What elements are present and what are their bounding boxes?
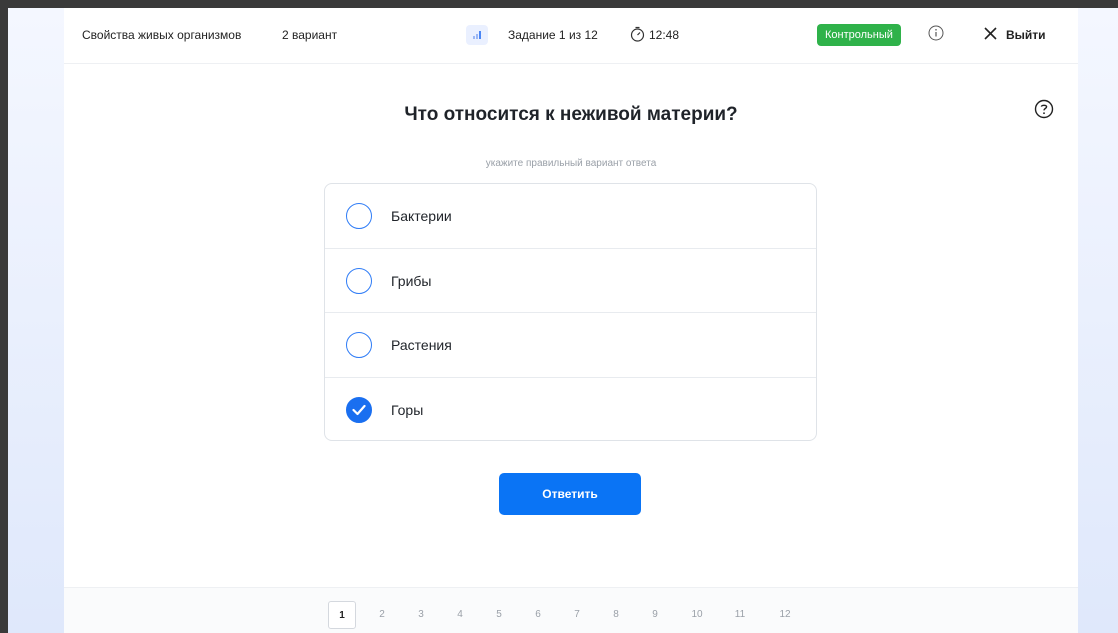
- option-label: Бактерии: [391, 208, 452, 224]
- info-icon[interactable]: [928, 25, 944, 44]
- page-button[interactable]: 9: [641, 601, 669, 629]
- answer-options: Бактерии Грибы Растения Горы: [324, 183, 817, 441]
- pagination-bar: 1 2 3 4 5 6 7 8 9 10 11 12: [64, 587, 1078, 633]
- header-bar: Свойства живых организмов 2 вариант Зада…: [64, 8, 1078, 64]
- option-label: Грибы: [391, 272, 432, 289]
- page-button[interactable]: 8: [602, 601, 630, 629]
- background-left: [8, 8, 64, 633]
- window-frame-top: [0, 0, 1118, 8]
- option-label: Растения: [391, 337, 452, 353]
- timer-icon: [630, 26, 645, 45]
- answer-option-selected[interactable]: Горы: [325, 378, 816, 441]
- quiz-app: Свойства живых организмов 2 вариант Зада…: [64, 8, 1078, 633]
- page-button[interactable]: 5: [485, 601, 513, 629]
- answer-option[interactable]: Растения: [325, 313, 816, 378]
- answer-button[interactable]: Ответить: [499, 473, 641, 515]
- check-icon: [352, 404, 366, 415]
- signal-icon: [466, 25, 488, 45]
- answer-option[interactable]: Бактерии: [325, 184, 816, 249]
- question-title: Что относится к неживой материи?: [404, 104, 738, 125]
- page-button[interactable]: 10: [683, 601, 711, 629]
- exit-button[interactable]: Выйти: [1006, 28, 1046, 42]
- subject-title: Свойства живых организмов: [82, 28, 242, 42]
- timer-value: 12:48: [649, 28, 680, 42]
- page-button[interactable]: 2: [368, 601, 396, 629]
- answer-option[interactable]: Грибы: [325, 249, 816, 313]
- task-counter: Задание 1 из 12: [508, 28, 598, 42]
- page-button[interactable]: 12: [771, 601, 799, 629]
- page-button[interactable]: 6: [524, 601, 552, 629]
- option-label: Горы: [391, 401, 424, 418]
- page-button[interactable]: 11: [726, 601, 754, 629]
- background-right: [1078, 8, 1118, 633]
- radio-button[interactable]: [346, 203, 372, 229]
- mode-badge: Контрольный: [817, 24, 901, 46]
- page-button[interactable]: 7: [563, 601, 591, 629]
- radio-button[interactable]: [346, 267, 372, 294]
- page-button-current[interactable]: 1: [328, 601, 356, 629]
- close-icon[interactable]: [984, 27, 997, 43]
- page-button[interactable]: 3: [407, 601, 435, 629]
- page-button[interactable]: 4: [446, 601, 474, 629]
- radio-button-checked[interactable]: [346, 396, 372, 423]
- variant-label: 2 вариант: [282, 28, 338, 42]
- window-frame-left: [0, 0, 8, 633]
- answer-hint: укажите правильный вариант ответа: [485, 158, 657, 169]
- radio-button[interactable]: [346, 332, 372, 358]
